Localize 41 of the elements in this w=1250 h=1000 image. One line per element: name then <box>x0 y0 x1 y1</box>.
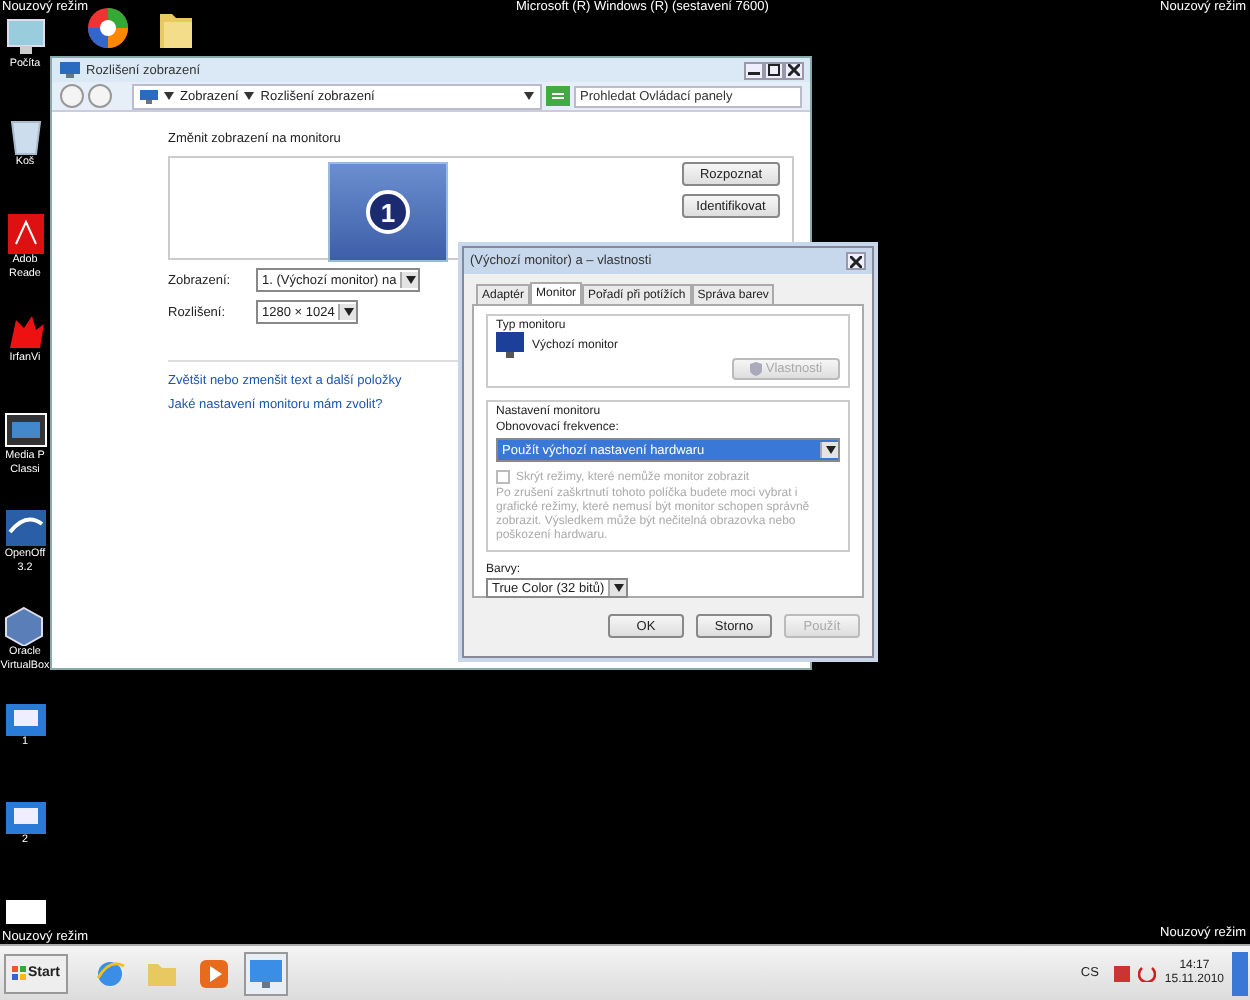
monitor-icon <box>60 62 80 78</box>
monitor-icon <box>249 959 282 987</box>
caret-icon <box>164 92 174 100</box>
windows-logo-icon <box>12 966 26 980</box>
back-button[interactable] <box>60 84 84 108</box>
flag-icon[interactable] <box>1114 965 1131 981</box>
blank-file-icon[interactable] <box>5 900 45 924</box>
caret-icon <box>343 308 354 316</box>
minimize-button[interactable] <box>744 61 764 79</box>
shield-icon <box>749 362 762 376</box>
cube-icon[interactable] <box>4 606 45 646</box>
pinwheel-icon[interactable] <box>86 6 130 50</box>
monitor-icon <box>140 89 158 103</box>
monitor-number: 1 <box>366 190 410 234</box>
film-icon[interactable] <box>3 410 47 450</box>
forward-button[interactable] <box>88 84 112 108</box>
caret-icon <box>405 276 416 284</box>
power-icon[interactable] <box>1138 964 1157 982</box>
maximize-icon <box>768 64 780 76</box>
caret-icon <box>613 584 624 592</box>
maximize-button[interactable] <box>764 61 784 79</box>
monitor-tile[interactable]: 1 <box>328 162 448 262</box>
refresh-button[interactable] <box>546 86 570 106</box>
close-icon <box>850 255 862 267</box>
caret-icon <box>244 92 255 100</box>
play-icon <box>199 959 228 987</box>
caret-icon <box>524 92 534 100</box>
folder-icon <box>145 959 178 987</box>
bin-icon[interactable] <box>7 116 43 156</box>
close-button[interactable] <box>846 252 866 270</box>
close-icon <box>788 64 800 76</box>
screenshot-icon[interactable] <box>5 704 45 736</box>
screenshot-icon[interactable] <box>5 802 45 834</box>
caret-icon <box>825 446 835 454</box>
taskbar-button[interactable] <box>243 951 288 995</box>
computer-icon[interactable] <box>3 18 47 58</box>
monitor-icon <box>496 332 524 358</box>
show-desktop-button[interactable] <box>1232 951 1248 995</box>
document-icon[interactable] <box>5 214 45 254</box>
close-button[interactable] <box>784 61 804 79</box>
globe-e-icon <box>93 957 126 989</box>
